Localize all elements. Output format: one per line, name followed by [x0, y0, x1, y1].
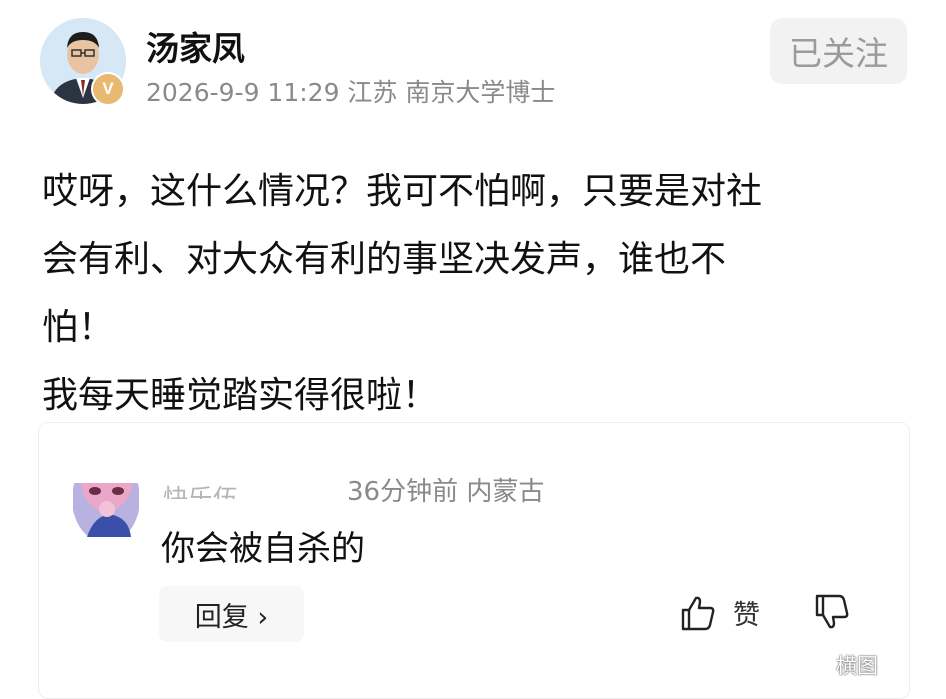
verified-badge-icon: V	[91, 72, 125, 106]
post-body-line: 哎呀，这什么情况？我可不怕啊，只要是对社	[42, 171, 763, 212]
thumbs-up-icon	[681, 596, 715, 630]
commenter-avatar[interactable]	[73, 483, 139, 537]
commenter-name[interactable]: 快乐伍	[163, 479, 238, 499]
author-name[interactable]: 汤家凤	[146, 22, 245, 70]
post-body-line: 会有利、对大众有利的事坚决发声，谁也不	[42, 239, 727, 280]
thumbs-down-icon	[815, 594, 849, 629]
follow-button[interactable]: 已关注	[770, 18, 907, 84]
like-label: 赞	[733, 600, 760, 631]
comment-meta: 36分钟前 内蒙古	[347, 477, 545, 507]
dislike-button[interactable]	[813, 593, 851, 635]
post-meta: 2026-9-9 11:29 江苏 南京大学博士	[146, 78, 556, 107]
comment-text: 你会被自杀的	[161, 529, 365, 569]
post-body: 哎呀，这什么情况？我可不怕啊，只要是对社 会有利、对大众有利的事坚决发声，谁也不…	[42, 158, 912, 430]
post-body-line: 怕！	[42, 307, 115, 348]
watermark: 横图	[836, 654, 878, 678]
like-button[interactable]: 赞	[679, 593, 760, 632]
commenter-photo	[73, 483, 139, 537]
reply-button[interactable]: 回复 ›	[159, 586, 304, 642]
post-body-line: 我每天睡觉踏实得很啦！	[42, 375, 439, 416]
comment-card: 快乐伍 36分钟前 内蒙古 你会被自杀的 回复 › 赞	[38, 422, 910, 699]
